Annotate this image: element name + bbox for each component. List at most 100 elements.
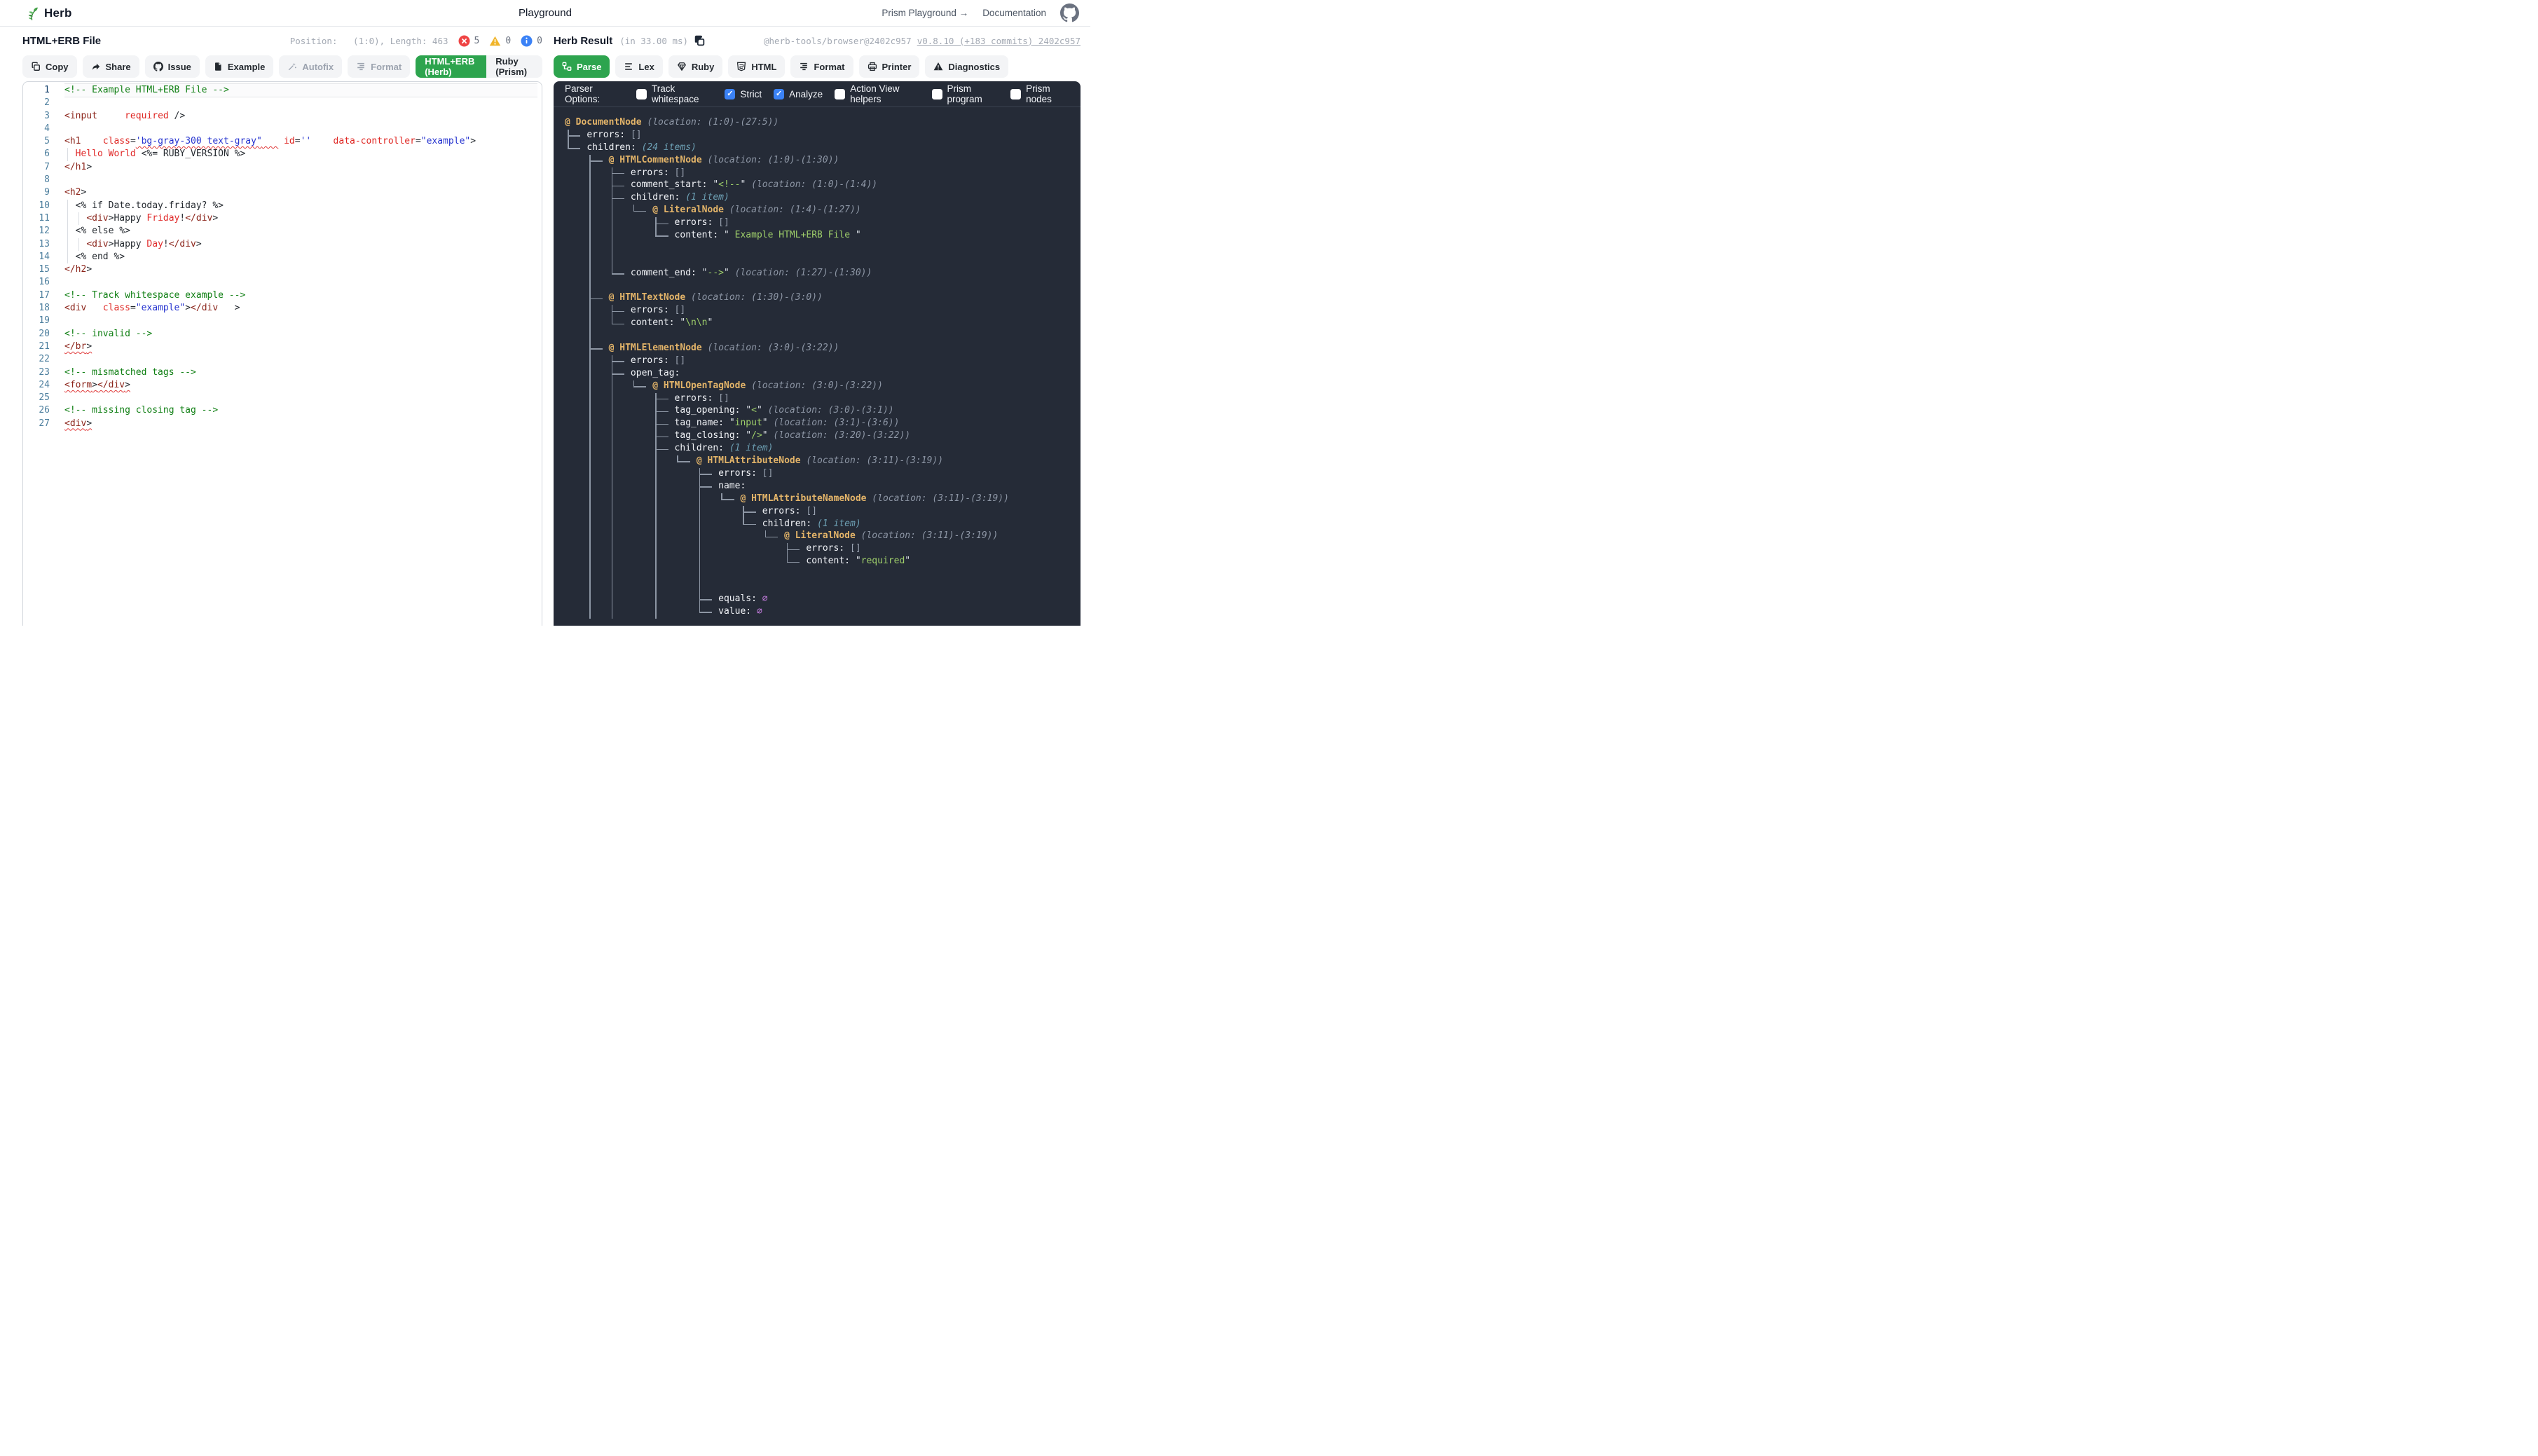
code-line[interactable]: 22: [23, 353, 542, 366]
brand[interactable]: Herb: [24, 6, 72, 21]
checkbox[interactable]: [835, 89, 845, 99]
issue-button[interactable]: Issue: [145, 55, 200, 78]
ruby-icon: [677, 62, 687, 71]
copy-button[interactable]: Copy: [22, 55, 77, 78]
example-button[interactable]: Example: [205, 55, 273, 78]
option-prism-program[interactable]: Prism program: [932, 83, 999, 104]
code-line[interactable]: 8: [23, 174, 542, 186]
autofix-button[interactable]: Autofix: [279, 55, 342, 78]
code-line-content[interactable]: [64, 392, 537, 404]
option-action-view-helpers[interactable]: Action View helpers: [835, 83, 919, 104]
tree-line: children: (1 item): [565, 192, 1075, 205]
code-line[interactable]: 9<h2>: [23, 186, 542, 199]
lex-button[interactable]: Lex: [615, 55, 662, 78]
code-line[interactable]: 13 <div>Happy Day!</div>: [23, 238, 542, 251]
code-line[interactable]: 3<input required />: [23, 110, 542, 123]
code-line-content[interactable]: <!-- Track whitespace example -->: [64, 289, 537, 302]
code-line[interactable]: 27<div>: [23, 418, 542, 430]
prism-playground-link[interactable]: Prism Playground →: [882, 8, 968, 18]
code-line[interactable]: 23<!-- mismatched tags -->: [23, 366, 542, 379]
code-line[interactable]: 4: [23, 123, 542, 135]
tree-branch: [655, 449, 668, 451]
code-line-content[interactable]: <div class="example"></div >: [64, 302, 537, 315]
code-line[interactable]: 6 Hello World <%= RUBY_VERSION %>: [23, 148, 542, 160]
code-line-content[interactable]: </br>: [64, 341, 537, 353]
tab-ruby-prism[interactable]: Ruby (Prism): [486, 55, 542, 78]
code-line[interactable]: 12 <% else %>: [23, 225, 542, 238]
code-line-content[interactable]: </h1>: [64, 161, 537, 174]
parse-button[interactable]: Parse: [554, 55, 610, 78]
tree-line: name:: [565, 481, 1075, 493]
ast-tree[interactable]: @ DocumentNode (location: (1:0)-(27:5)) …: [554, 107, 1081, 626]
line-number: 3: [23, 110, 64, 123]
code-line[interactable]: 20<!-- invalid -->: [23, 328, 542, 341]
code-line-content[interactable]: </h2>: [64, 263, 537, 276]
code-editor[interactable]: 1<!-- Example HTML+ERB File -->23<input …: [22, 81, 542, 626]
github-icon[interactable]: [1060, 4, 1079, 22]
code-line-content[interactable]: <!-- invalid -->: [64, 328, 537, 341]
code-line-content[interactable]: [64, 97, 537, 109]
html-button[interactable]: HTML: [728, 55, 785, 78]
checkbox[interactable]: [1010, 89, 1021, 99]
code-line[interactable]: 24<form></div>: [23, 379, 542, 392]
code-line-content[interactable]: [64, 353, 537, 366]
checkbox[interactable]: ✓: [774, 89, 784, 99]
code-line-content[interactable]: <% end %>: [64, 251, 537, 263]
copy-result-icon[interactable]: [694, 35, 706, 47]
code-line-content[interactable]: <form></div>: [64, 379, 537, 392]
code-line[interactable]: 11 <div>Happy Friday!</div>: [23, 212, 542, 225]
option-strict[interactable]: ✓Strict: [725, 89, 762, 99]
code-line[interactable]: 5<h1 class='bg-gray-300 text-gray" id=''…: [23, 135, 542, 148]
diagnostics-button[interactable]: Diagnostics: [925, 55, 1008, 78]
code-line[interactable]: 26<!-- missing closing tag -->: [23, 404, 542, 417]
checkbox[interactable]: [932, 89, 942, 99]
code-line-content[interactable]: [64, 123, 537, 135]
code-line[interactable]: 7</h1>: [23, 161, 542, 174]
documentation-link[interactable]: Documentation: [982, 8, 1046, 18]
ruby-button[interactable]: Ruby: [668, 55, 723, 78]
tree-guide: [589, 506, 591, 518]
code-line[interactable]: 2: [23, 97, 542, 109]
code-line-content[interactable]: <div>Happy Friday!</div>: [64, 212, 537, 225]
option-prism-nodes[interactable]: Prism nodes: [1010, 83, 1069, 104]
code-line-content[interactable]: <!-- mismatched tags -->: [64, 366, 537, 379]
code-line[interactable]: 10 <% if Date.today.friday? %>: [23, 200, 542, 212]
code-line[interactable]: 25: [23, 392, 542, 404]
parse-timing: (in 33.00 ms): [619, 36, 688, 46]
code-line[interactable]: 15</h2>: [23, 263, 542, 276]
tree-guide: [699, 506, 701, 518]
code-line-content[interactable]: <input required />: [64, 110, 537, 123]
format-button[interactable]: Format: [790, 55, 853, 78]
code-line-content[interactable]: [64, 315, 537, 327]
code-line-content[interactable]: <div>: [64, 418, 537, 430]
tab-html-erb-herb[interactable]: HTML+ERB (Herb): [416, 55, 486, 78]
checkbox[interactable]: [636, 89, 647, 99]
code-line[interactable]: 16: [23, 276, 542, 289]
code-line-content[interactable]: <% if Date.today.friday? %>: [64, 200, 537, 212]
code-line-content[interactable]: <!-- Example HTML+ERB File -->: [64, 84, 537, 97]
option-track-whitespace[interactable]: Track whitespace: [636, 83, 713, 104]
code-line-content[interactable]: <h2>: [64, 186, 537, 199]
code-line[interactable]: 1<!-- Example HTML+ERB File -->: [23, 84, 542, 97]
code-line-content[interactable]: <div>Happy Day!</div>: [64, 238, 537, 251]
code-line[interactable]: 21</br>: [23, 341, 542, 353]
checkbox[interactable]: ✓: [725, 89, 735, 99]
code-line[interactable]: 14 <% end %>: [23, 251, 542, 263]
format-button[interactable]: Format: [348, 55, 410, 78]
code-line-content[interactable]: <h1 class='bg-gray-300 text-gray" id='' …: [64, 135, 537, 148]
code-line-content[interactable]: [64, 276, 537, 289]
printer-button[interactable]: Printer: [859, 55, 920, 78]
tree-branch: [677, 461, 690, 462]
option-label: Prism nodes: [1026, 83, 1069, 104]
option-analyze[interactable]: ✓Analyze: [774, 89, 823, 99]
share-button[interactable]: Share: [83, 55, 139, 78]
code-line[interactable]: 18<div class="example"></div >: [23, 302, 542, 315]
code-line-content[interactable]: Hello World <%= RUBY_VERSION %>: [64, 148, 537, 160]
version-link[interactable]: v0.8.10 (+183 commits) 2402c957: [917, 36, 1081, 46]
code-line[interactable]: 17<!-- Track whitespace example -->: [23, 289, 542, 302]
code-line-content[interactable]: <!-- missing closing tag -->: [64, 404, 537, 417]
code-line-content[interactable]: [64, 174, 537, 186]
code-line-content[interactable]: <% else %>: [64, 225, 537, 238]
line-number: 14: [23, 251, 64, 263]
code-line[interactable]: 19: [23, 315, 542, 327]
